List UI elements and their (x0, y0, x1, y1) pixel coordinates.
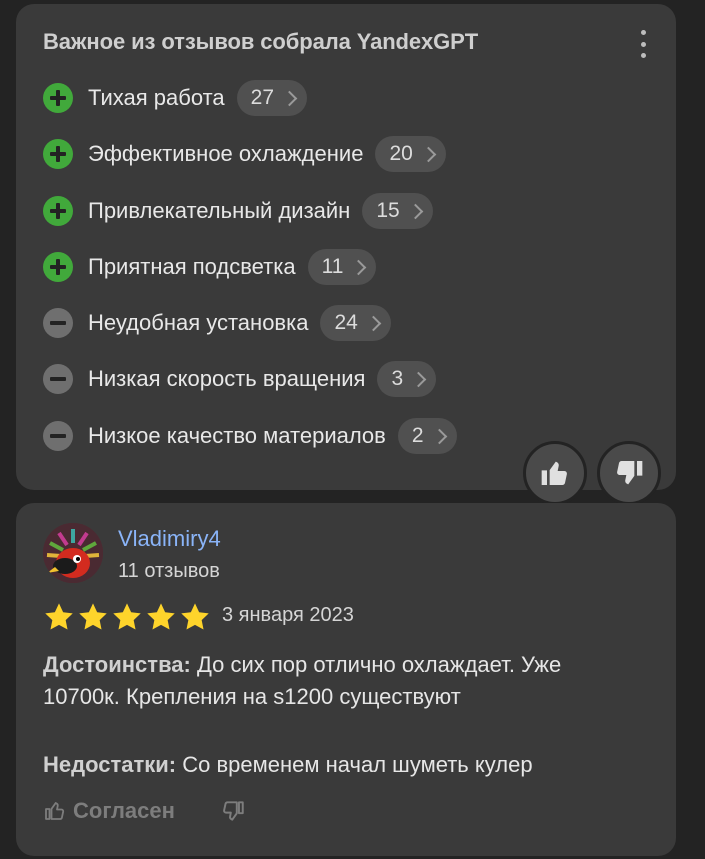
aspect-label: Низкая скорость вращения (88, 366, 366, 392)
cons-text: Со временем начал шуметь кулер (182, 752, 533, 777)
aspect-count-button[interactable]: 11 (307, 248, 377, 285)
aspect-count: 20 (389, 142, 413, 166)
chevron-right-icon (281, 90, 298, 107)
dislike-summary-button[interactable] (597, 441, 661, 505)
chevron-right-icon (365, 315, 382, 332)
aspect-count-button[interactable]: 15 (362, 192, 433, 229)
minus-icon (43, 364, 73, 395)
aspect-count-button[interactable]: 3 (377, 361, 437, 398)
aspect-item: Неудобная установка 24 (43, 305, 457, 361)
plus-icon (43, 251, 73, 282)
user-avatar-image (43, 523, 103, 583)
star-icon (147, 603, 175, 630)
aspect-list: Тихая работа 27 Эффективное охлаждение 2… (43, 80, 457, 474)
plus-icon (43, 139, 73, 170)
aspect-label: Эффективное охлаждение (88, 141, 364, 167)
aspect-item: Низкая скорость вращения 3 (43, 361, 457, 417)
agree-button[interactable]: Согласен (43, 798, 175, 824)
agree-label: Согласен (73, 798, 175, 823)
aspect-count: 11 (321, 254, 344, 278)
aspect-item: Приятная подсветка 11 (43, 248, 457, 305)
thumbs-down-icon (617, 461, 643, 485)
aspect-item: Привлекательный дизайн 15 (43, 192, 457, 249)
avatar[interactable] (43, 523, 103, 583)
aspect-count-button[interactable]: 20 (375, 136, 446, 173)
aspect-count-button[interactable]: 2 (397, 417, 457, 454)
chevron-right-icon (420, 147, 437, 163)
star-icon (45, 603, 73, 630)
disagree-button[interactable] (220, 798, 246, 829)
author-review-count: 11 отзывов (118, 560, 220, 582)
review-summary-card: Важное из отзывов собрала YandexGPT Тиха… (16, 4, 676, 490)
review-pros: Достоинства: До сих пор отлично охлаждае… (43, 649, 643, 713)
star-rating (43, 601, 211, 633)
aspect-count: 24 (334, 311, 358, 335)
aspect-label: Низкое качество материалов (88, 422, 386, 448)
aspect-item: Тихая работа 27 (43, 80, 457, 136)
pros-label: Достоинства: (43, 652, 191, 677)
aspect-count-button[interactable]: 24 (320, 305, 391, 342)
review-date: 3 января 2023 (222, 604, 354, 626)
minus-icon (43, 308, 73, 339)
minus-icon (43, 420, 73, 451)
thumbs-up-icon (541, 461, 567, 485)
aspect-label: Привлекательный дизайн (88, 197, 351, 223)
aspect-item: Низкое качество материалов 2 (43, 417, 457, 474)
star-icon (79, 603, 107, 630)
aspect-count: 3 (391, 367, 404, 391)
review-cons: Недостатки: Со временем начал шуметь кул… (43, 749, 643, 781)
plus-icon (43, 83, 73, 113)
chevron-right-icon (351, 259, 367, 276)
aspect-item: Эффективное охлаждение 20 (43, 136, 457, 192)
cons-label: Недостатки: (43, 752, 177, 777)
aspect-label: Тихая работа (88, 85, 225, 110)
aspect-label: Приятная подсветка (88, 253, 296, 279)
aspect-count-button[interactable]: 27 (236, 80, 308, 116)
chevron-right-icon (407, 203, 423, 219)
chevron-right-icon (410, 372, 427, 388)
plus-icon (43, 195, 73, 226)
review-author-link[interactable]: Vladimiry4 (118, 526, 221, 552)
chevron-right-icon (431, 428, 447, 445)
star-icon (181, 603, 209, 630)
thumbs-up-outline-icon (45, 802, 65, 820)
aspect-count: 2 (411, 423, 424, 447)
summary-title: Важное из отзывов собрала YandexGPT (43, 29, 479, 54)
aspect-count: 15 (376, 198, 400, 222)
kebab-menu-icon[interactable] (636, 30, 650, 58)
review-card: Vladimiry4 11 отзывов 3 января 2023 Дост… (16, 503, 676, 856)
like-summary-button[interactable] (523, 441, 587, 505)
thumbs-down-outline-icon (223, 801, 244, 821)
star-icon (113, 603, 141, 630)
aspect-count: 27 (250, 86, 275, 109)
aspect-label: Неудобная установка (88, 310, 309, 336)
